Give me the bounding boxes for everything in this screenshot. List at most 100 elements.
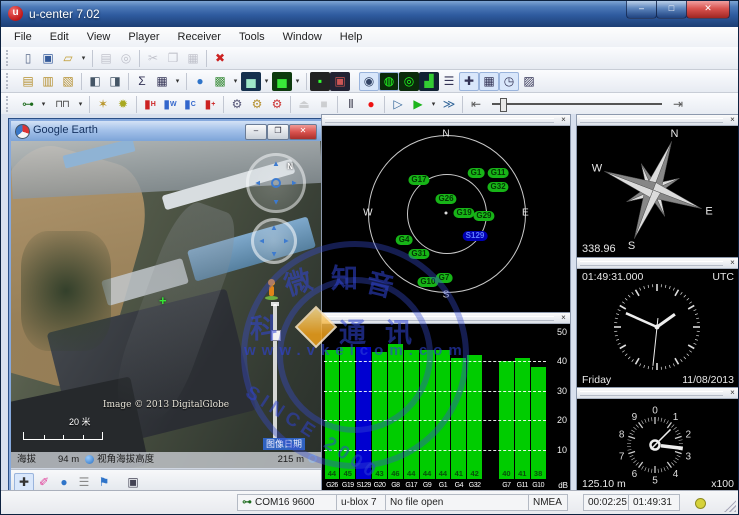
print-preview-icon[interactable]: ◎ (116, 49, 136, 68)
folder-gear-icon[interactable]: ⚙ (247, 95, 267, 114)
measure-tool-icon[interactable]: ✐ (34, 473, 54, 492)
menu-receiver[interactable]: Receiver (169, 29, 230, 45)
zoom-in-icon[interactable] (271, 302, 279, 306)
sky-panel-header[interactable]: × (322, 115, 570, 126)
save-image-icon[interactable]: ▣ (123, 473, 143, 492)
open-file-caret[interactable]: ▾ (78, 49, 89, 68)
move-joystick[interactable]: ▲ ▲ ▲ ▲ (251, 218, 297, 264)
baudrate-icon[interactable]: ⊓⊓ (49, 95, 75, 114)
ge-minimize-button[interactable]: ‒ (245, 124, 267, 140)
gauge-panel-header[interactable]: × (577, 388, 738, 399)
histogram-view-icon[interactable]: ▅ (272, 72, 292, 91)
pan-down-arrow-icon[interactable]: ▲ (270, 250, 278, 258)
open-file-icon[interactable]: ▱ (58, 49, 78, 68)
split-vertical-icon[interactable]: ◨ (105, 72, 125, 91)
minimize-button[interactable]: ‒ (626, 1, 657, 19)
close-button[interactable]: ✕ (686, 1, 730, 19)
look-joystick[interactable]: ▲ ▲ ▲ ▲ N (246, 153, 306, 213)
toolbar-grip[interactable] (6, 73, 13, 89)
new-file-icon[interactable]: ▯ (18, 49, 38, 68)
play-position-slider[interactable] (492, 97, 662, 111)
table-view-icon[interactable]: ▦ (152, 72, 172, 91)
histogram-view-caret[interactable]: ▾ (292, 72, 303, 91)
slider-handle[interactable] (500, 98, 507, 112)
compass-panel-header[interactable]: × (577, 115, 738, 126)
close-panel-icon[interactable]: × (727, 388, 738, 397)
pegman-icon[interactable] (265, 279, 279, 301)
warmstart-icon[interactable]: ▮W (160, 95, 180, 114)
pan-right-arrow-icon[interactable]: ▲ (282, 237, 290, 245)
map-view-icon[interactable]: ▩ (210, 72, 230, 91)
cut-icon[interactable]: ✂ (143, 49, 163, 68)
split-horizontal-icon[interactable]: ◧ (85, 72, 105, 91)
zoom-track[interactable] (273, 304, 277, 442)
close-panel-icon[interactable]: × (558, 313, 569, 322)
sky-view-icon[interactable]: ◍ (379, 72, 399, 91)
map-view-caret[interactable]: ▾ (230, 72, 241, 91)
debug-messages-icon[interactable]: ✹ (113, 95, 133, 114)
menu-window[interactable]: Window (274, 29, 331, 45)
dbx-file-icon[interactable]: ▤ (18, 72, 38, 91)
com-port-field[interactable]: ⊶COM16 9600 (237, 494, 340, 511)
menu-edit[interactable]: Edit (41, 29, 78, 45)
close-panel-icon[interactable]: × (727, 258, 738, 267)
skip-end-icon[interactable]: ⇥ (668, 95, 688, 114)
compass-view-icon[interactable]: ✚ (459, 72, 479, 91)
clock-view-icon[interactable]: ◷ (499, 72, 519, 91)
binary-console-icon[interactable]: ▣ (330, 72, 350, 91)
pause-icon[interactable]: Ⅱ (341, 95, 361, 114)
play-icon[interactable]: ▶ (408, 95, 428, 114)
camera-view-icon[interactable]: ◉ (359, 72, 379, 91)
menu-player[interactable]: Player (119, 29, 168, 45)
log-file-icon[interactable]: ▧ (58, 72, 78, 91)
docking-windows-icon[interactable]: ▨ (519, 72, 539, 91)
ubx-file-icon[interactable]: ▥ (38, 72, 58, 91)
pan-left-arrow-icon[interactable]: ▲ (258, 237, 266, 245)
look-down-arrow-icon[interactable]: ▲ (272, 198, 280, 206)
copy-icon[interactable]: ❐ (163, 49, 183, 68)
chart-panel-header[interactable]: × (322, 313, 570, 324)
hotstart-icon[interactable]: ▮H (140, 95, 160, 114)
menu-file[interactable]: File (5, 29, 41, 45)
ge-close-button[interactable]: ✕ (289, 124, 317, 140)
look-left-arrow-icon[interactable]: ▲ (254, 179, 262, 187)
print-icon[interactable]: ▤ (96, 49, 116, 68)
skip-start-icon[interactable]: ⇤ (466, 95, 486, 114)
deviation-map-icon[interactable]: ◎ (399, 72, 419, 91)
clock-panel-header[interactable]: × (577, 258, 738, 269)
alert-gear-icon[interactable]: ⚙ (267, 95, 287, 114)
look-up-arrow-icon[interactable]: ▲ (272, 160, 280, 168)
look-right-arrow-icon[interactable]: ▲ (290, 179, 298, 187)
chart-view-icon[interactable]: ▅ (241, 72, 261, 91)
autobaud-icon[interactable]: ✶ (93, 95, 113, 114)
statistic-view-icon[interactable]: Σ (132, 72, 152, 91)
data-table-icon[interactable]: ☰ (439, 72, 459, 91)
paste-icon[interactable]: ▦ (183, 49, 203, 68)
reset-icon[interactable]: ▮+ (200, 95, 220, 114)
menu-help[interactable]: Help (331, 29, 372, 45)
pan-tool-icon[interactable]: ✚ (14, 473, 34, 492)
menu-view[interactable]: View (78, 29, 120, 45)
eject-icon[interactable]: ⏏ (294, 95, 314, 114)
toolbar-grip[interactable] (6, 50, 13, 66)
google-earth-icon[interactable]: ● (190, 72, 210, 91)
world-position-icon[interactable]: ▦ (479, 72, 499, 91)
zoom-slider[interactable] (271, 304, 279, 442)
satellite-map-view[interactable]: ▲ ▲ ▲ ▲ N ▲ ▲ ▲ ▲ (11, 141, 321, 468)
maximize-button[interactable]: □ (656, 1, 687, 19)
resize-grip[interactable] (724, 500, 736, 512)
layers-tool-icon[interactable]: ☰ (74, 473, 94, 492)
play-speed-caret[interactable]: ▾ (428, 95, 439, 114)
ge-maximize-button[interactable]: ❐ (267, 124, 289, 140)
coldstart-icon[interactable]: ▮C (180, 95, 200, 114)
zoom-handle[interactable] (271, 330, 281, 341)
save-file-icon[interactable]: ▣ (38, 49, 58, 68)
placemark-tool-icon[interactable]: ⚑ (94, 473, 114, 492)
receiver-connect-icon[interactable]: ⊶ (18, 95, 38, 114)
packet-console-icon[interactable]: ▪ (310, 72, 330, 91)
baudrate-caret[interactable]: ▾ (75, 95, 86, 114)
toolbar-grip[interactable] (6, 96, 13, 112)
pan-up-arrow-icon[interactable]: ▲ (270, 224, 278, 232)
google-earth-title-bar[interactable]: Google Earth ‒ ❐ ✕ (11, 121, 321, 142)
step-icon[interactable]: ▷ (388, 95, 408, 114)
